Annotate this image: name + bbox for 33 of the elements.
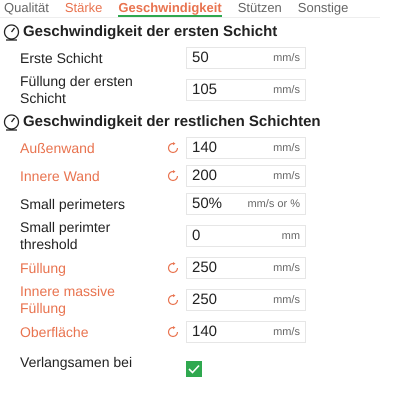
setting-label: Oberfläche (20, 324, 90, 340)
value-field[interactable]: 0 mm (186, 225, 306, 247)
value-field[interactable]: 250 mm/s (186, 289, 306, 311)
value-field[interactable]: 50 mm/s (186, 47, 306, 69)
value-field[interactable]: 105 mm/s (186, 79, 306, 101)
value-field[interactable]: 140 mm/s (186, 321, 306, 343)
reset-icon[interactable] (167, 294, 179, 306)
reset-icon[interactable] (167, 262, 179, 274)
setting-label: Füllung der ersten Schicht (20, 73, 134, 107)
reset-icon[interactable] (167, 142, 179, 154)
gauge-icon (3, 114, 20, 130)
value-field[interactable]: 200 mm/s (186, 165, 306, 187)
setting-label: Füllung (20, 260, 67, 276)
setting-label: Innere massive Füllung (20, 283, 116, 317)
gauge-icon (3, 24, 20, 40)
checkbox[interactable] (186, 361, 202, 377)
setting-label: Small perimeters (20, 196, 126, 212)
setting-label: Small perimter threshold (20, 219, 112, 253)
section-title: Geschwindigkeit der restlichen Schichten (23, 112, 321, 132)
setting-label: Innere Wand (20, 168, 101, 184)
setting-label: Erste Schicht (20, 50, 104, 66)
value-field[interactable]: 50% mm/s or % (186, 193, 306, 215)
reset-icon[interactable] (167, 326, 179, 338)
setting-label: Außenwand (20, 140, 96, 156)
check-icon (188, 364, 200, 374)
tab[interactable]: Qualität (4, 0, 49, 17)
tab[interactable]: Stützen (238, 0, 282, 17)
value-field[interactable]: 140 mm/s (186, 137, 306, 159)
tab[interactable]: Sonstige (298, 0, 348, 17)
section-title: Geschwindigkeit der ersten Schicht (23, 22, 278, 42)
reset-icon[interactable] (167, 170, 179, 182)
setting-label: Verlangsamen bei (20, 354, 134, 370)
value-field[interactable]: 250 mm/s (186, 257, 306, 279)
